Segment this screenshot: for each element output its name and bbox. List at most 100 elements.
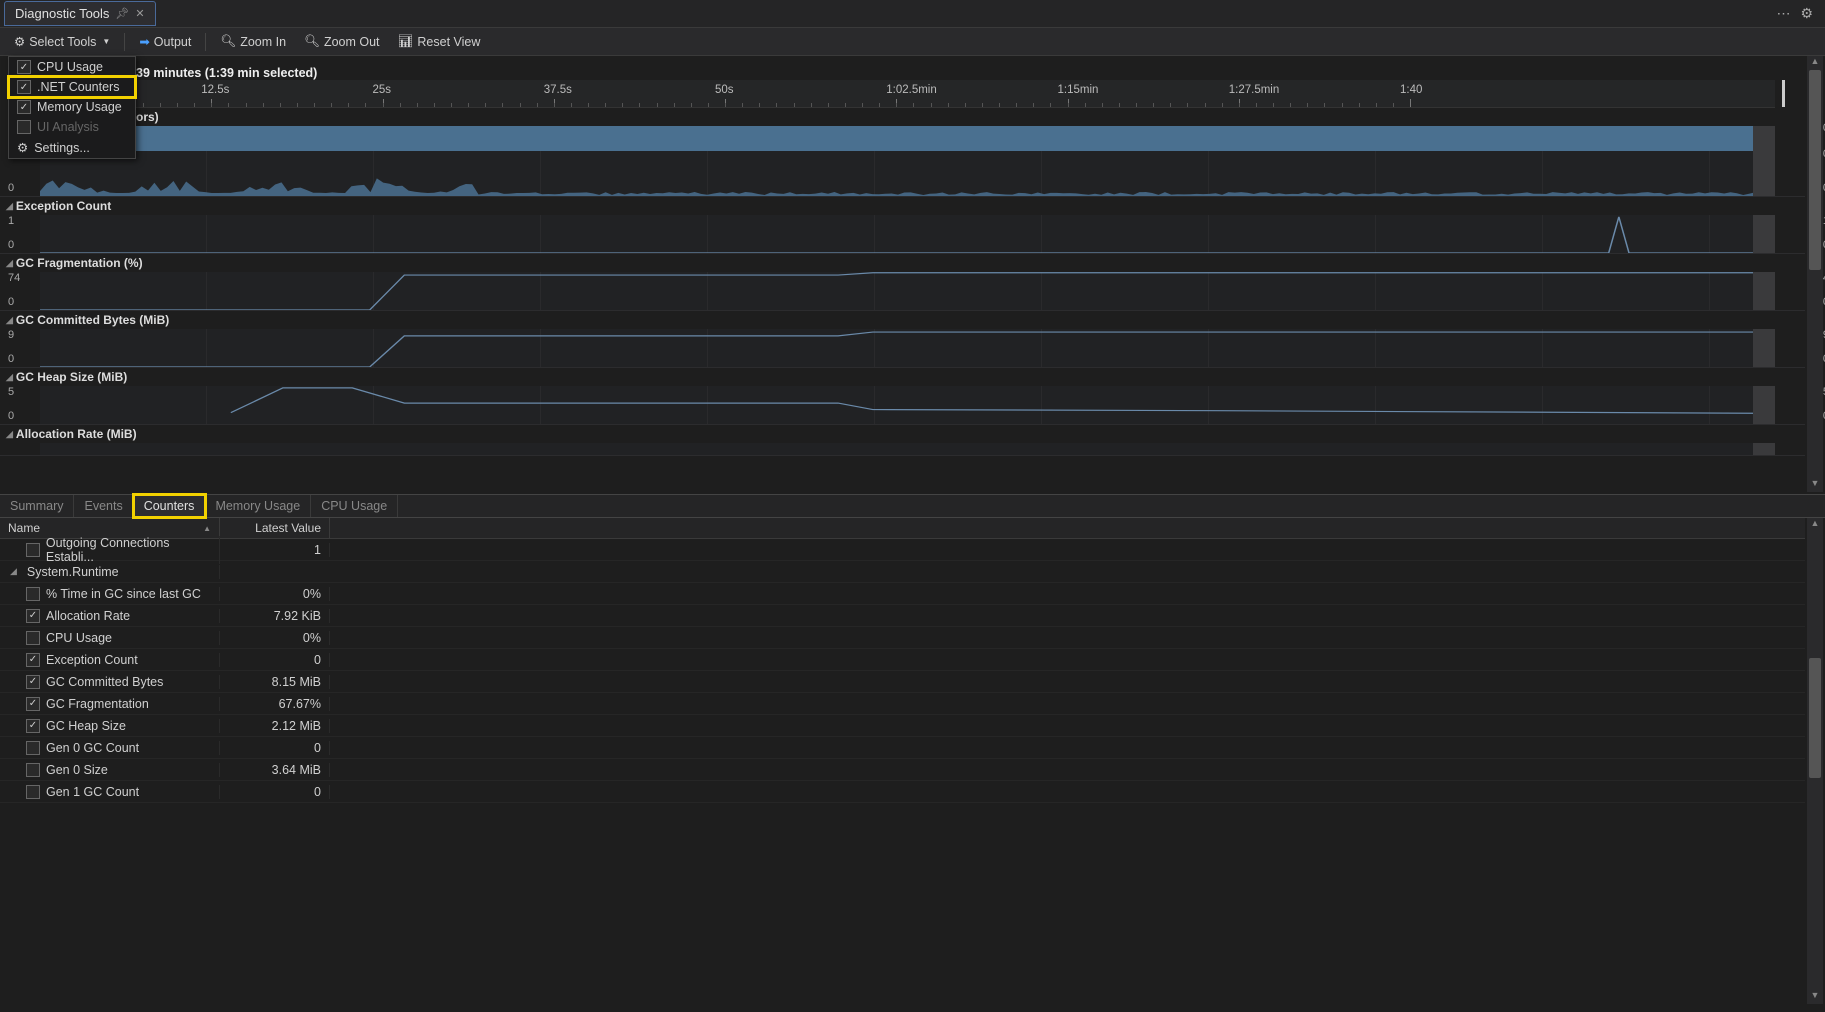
ruler-minor-tick bbox=[742, 103, 743, 107]
zoom-in-button[interactable]: 🔍︎ Zoom In bbox=[212, 31, 294, 52]
dropdown-item-cpu-usage[interactable]: CPU Usage bbox=[9, 57, 135, 77]
table-row[interactable]: CPU Usage0% bbox=[0, 627, 1805, 649]
scroll-up-icon[interactable]: ▲ bbox=[1807, 56, 1823, 70]
table-row[interactable]: Outgoing Connections Establi...1 bbox=[0, 539, 1805, 561]
checkbox[interactable] bbox=[26, 631, 40, 645]
y-axis-label: 0 bbox=[8, 296, 14, 308]
table-row[interactable]: Gen 0 GC Count0 bbox=[0, 737, 1805, 759]
time-ruler[interactable]: 12.5s25s37.5s50s1:02.5min1:15min1:27.5mi… bbox=[40, 80, 1775, 108]
counter-name: GC Fragmentation bbox=[46, 697, 149, 711]
chart-header[interactable]: ◢Allocation Rate (MiB) bbox=[0, 425, 1805, 443]
ruler-minor-tick bbox=[862, 103, 863, 107]
collapse-icon[interactable]: ◢ bbox=[10, 566, 17, 577]
tab-memory-usage[interactable]: Memory Usage bbox=[205, 495, 311, 517]
scroll-down-icon[interactable]: ▼ bbox=[1807, 478, 1823, 492]
pin-icon[interactable]: 📌︎ bbox=[115, 7, 129, 20]
chart-body[interactable] bbox=[40, 272, 1775, 310]
ruler-minor-tick bbox=[588, 103, 589, 107]
scrollbar-thumb[interactable] bbox=[1809, 658, 1821, 778]
ruler-minor-tick bbox=[1068, 103, 1069, 107]
table-row[interactable]: GC Heap Size2.12 MiB bbox=[0, 715, 1805, 737]
ruler-minor-tick bbox=[794, 103, 795, 107]
table-row[interactable]: Exception Count0 bbox=[0, 649, 1805, 671]
close-icon[interactable]: ✕ bbox=[135, 7, 144, 20]
scrollbar-timeline[interactable]: ▲ ▼ bbox=[1807, 56, 1823, 492]
value-cell: 0 bbox=[220, 785, 330, 799]
table-row[interactable]: GC Fragmentation67.67% bbox=[0, 693, 1805, 715]
table-row[interactable]: Gen 0 Size3.64 MiB bbox=[0, 759, 1805, 781]
chart-header[interactable]: ◢Exception Count bbox=[0, 197, 1805, 215]
more-icon[interactable]: ⋯ bbox=[1776, 5, 1790, 22]
checkbox[interactable] bbox=[26, 785, 40, 799]
value-cell: 0 bbox=[220, 653, 330, 667]
dropdown-item-settings[interactable]: ⚙Settings... bbox=[9, 137, 135, 158]
window-tab-diagnostic-tools[interactable]: Diagnostic Tools 📌︎ ✕ bbox=[4, 1, 156, 26]
scrollbar-table[interactable]: ▲ ▼ bbox=[1807, 518, 1823, 1004]
y-axis-label: 0 bbox=[8, 353, 14, 365]
chart-header[interactable]: ◢GC Fragmentation (%) bbox=[0, 254, 1805, 272]
zoom-out-button[interactable]: 🔍︎ Zoom Out bbox=[296, 31, 387, 52]
checkbox[interactable] bbox=[26, 543, 40, 557]
chart-body[interactable] bbox=[40, 215, 1775, 253]
settings-gear-icon[interactable]: ⚙ bbox=[1800, 5, 1813, 22]
tab-events[interactable]: Events bbox=[74, 495, 133, 517]
ruler-tick-label: 1:02.5min bbox=[886, 84, 937, 96]
chart-body[interactable] bbox=[40, 126, 1775, 196]
ruler-minor-tick bbox=[1050, 103, 1051, 107]
chart-right-margin bbox=[1753, 126, 1775, 196]
checkbox[interactable] bbox=[26, 697, 40, 711]
ruler-end-marker[interactable] bbox=[1782, 80, 1785, 107]
name-cell: Gen 0 Size bbox=[0, 763, 220, 777]
chart-body[interactable] bbox=[40, 386, 1775, 424]
dropdown-item-net-counters[interactable]: .NET Counters bbox=[9, 77, 135, 97]
ruler-minor-tick bbox=[1085, 103, 1086, 107]
checkbox[interactable] bbox=[26, 719, 40, 733]
chart-title: ors) bbox=[136, 110, 159, 124]
table-row[interactable]: Allocation Rate7.92 KiB bbox=[0, 605, 1805, 627]
tab-summary[interactable]: Summary bbox=[0, 495, 74, 517]
y-axis-label: 0 bbox=[8, 410, 14, 422]
chart-header[interactable]: ◢GC Committed Bytes (MiB) bbox=[0, 311, 1805, 329]
ruler-minor-tick bbox=[1187, 103, 1188, 107]
checkbox[interactable] bbox=[17, 120, 31, 134]
checkbox[interactable] bbox=[17, 60, 31, 74]
tab-counters[interactable]: Counters bbox=[134, 495, 206, 517]
select-tools-button[interactable]: ⚙ Select Tools ▼ bbox=[6, 31, 118, 52]
chart-header[interactable]: ors) bbox=[0, 108, 1805, 126]
scroll-down-icon[interactable]: ▼ bbox=[1807, 990, 1823, 1004]
checkbox[interactable] bbox=[17, 100, 31, 114]
checkbox[interactable] bbox=[17, 80, 31, 94]
ruler-minor-tick bbox=[913, 103, 914, 107]
checkbox[interactable] bbox=[26, 763, 40, 777]
output-button[interactable]: ➡ Output bbox=[131, 31, 199, 52]
checkbox[interactable] bbox=[26, 675, 40, 689]
table-row[interactable]: GC Committed Bytes8.15 MiB bbox=[0, 671, 1805, 693]
ruler-tick-label: 12.5s bbox=[201, 84, 229, 96]
table-header: Name ▲ Latest Value bbox=[0, 518, 1805, 539]
zoom-out-icon: 🔍︎ bbox=[304, 34, 320, 49]
ruler-minor-tick bbox=[365, 103, 366, 107]
checkbox[interactable] bbox=[26, 609, 40, 623]
checkbox[interactable] bbox=[26, 653, 40, 667]
dropdown-item-memory-usage[interactable]: Memory Usage bbox=[9, 97, 135, 117]
table-group-row[interactable]: ◢System.Runtime bbox=[0, 561, 1805, 583]
checkbox[interactable] bbox=[26, 741, 40, 755]
chart-body[interactable] bbox=[40, 329, 1775, 367]
y-axis-label: 9 bbox=[8, 329, 14, 341]
chart-svg bbox=[40, 126, 1775, 196]
table-row[interactable]: Gen 1 GC Count0 bbox=[0, 781, 1805, 803]
table-row[interactable]: % Time in GC since last GC0% bbox=[0, 583, 1805, 605]
column-header-latest-value[interactable]: Latest Value bbox=[220, 518, 330, 538]
value-cell: 2.12 MiB bbox=[220, 719, 330, 733]
tab-cpu-usage[interactable]: CPU Usage bbox=[311, 495, 398, 517]
y-axis-label: 5 bbox=[8, 386, 14, 398]
scrollbar-thumb[interactable] bbox=[1809, 70, 1821, 270]
name-cell: GC Fragmentation bbox=[0, 697, 220, 711]
checkbox[interactable] bbox=[26, 587, 40, 601]
chart-header[interactable]: ◢GC Heap Size (MiB) bbox=[0, 368, 1805, 386]
output-arrow-icon: ➡ bbox=[139, 34, 149, 49]
scroll-up-icon[interactable]: ▲ bbox=[1807, 518, 1823, 532]
ruler-minor-tick bbox=[948, 103, 949, 107]
reset-view-button[interactable]: 📊︎ Reset View bbox=[390, 31, 489, 52]
value-cell: 0% bbox=[220, 631, 330, 645]
